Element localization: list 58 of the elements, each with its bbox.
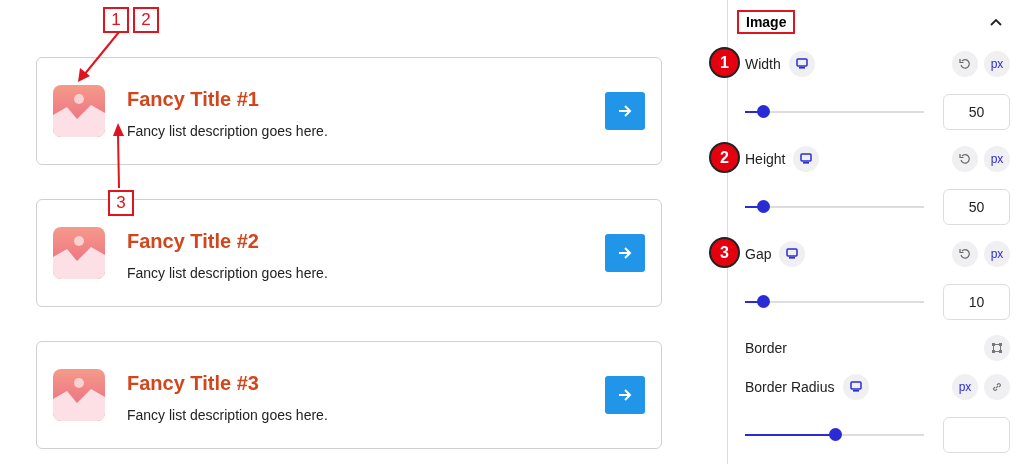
card-title: Fancy Title #2: [127, 229, 260, 253]
reset-icon: [959, 248, 971, 260]
arrow-button[interactable]: [605, 234, 645, 272]
image-placeholder-icon: [53, 85, 105, 137]
reset-button[interactable]: [952, 241, 978, 267]
slider-thumb[interactable]: [828, 427, 842, 441]
desktop-button[interactable]: [793, 146, 820, 172]
card-description: Fancy list description goes here.: [127, 406, 329, 423]
link-icon: [991, 381, 1003, 393]
reset-icon: [959, 58, 971, 70]
slider-thumb[interactable]: [756, 294, 770, 308]
arrow-right-icon: [618, 389, 632, 401]
number-badge: 3: [709, 237, 740, 268]
annotation-arrow: [112, 122, 126, 190]
arrow-right-icon: [618, 105, 632, 117]
control-label: Width: [745, 56, 781, 72]
callout-label: 3: [108, 190, 134, 216]
section-title: Image: [737, 10, 796, 34]
control-label: Border Radius: [745, 379, 835, 395]
arrow-button[interactable]: [605, 92, 645, 130]
reset-icon: [959, 153, 971, 165]
desktop-icon: [786, 248, 799, 260]
number-field[interactable]: [943, 416, 1010, 453]
border-edit-icon: [991, 342, 1003, 354]
number-badge: 2: [709, 142, 740, 173]
desktop-button[interactable]: [779, 241, 806, 267]
control-label: Gap: [745, 246, 772, 262]
desktop-button[interactable]: [788, 51, 815, 77]
desktop-button[interactable]: [842, 374, 869, 400]
number-field[interactable]: 50: [943, 93, 1010, 130]
image-placeholder-icon: [53, 227, 105, 279]
unit-button[interactable]: px: [952, 374, 978, 400]
number-field[interactable]: 10: [943, 283, 1010, 320]
slider-thumb[interactable]: [756, 199, 770, 213]
image-placeholder-icon: [53, 369, 105, 421]
arrow-button[interactable]: [605, 376, 645, 414]
control-label: Height: [745, 151, 786, 167]
border-edit-button[interactable]: [984, 335, 1010, 361]
number-field[interactable]: 50: [943, 188, 1010, 225]
desktop-icon: [795, 58, 808, 70]
chevron-up-icon[interactable]: [990, 18, 1002, 26]
unit-button[interactable]: px: [984, 51, 1010, 77]
number-badge: 1: [709, 47, 740, 78]
card-title: Fancy Title #1: [127, 87, 260, 111]
desktop-icon: [800, 153, 813, 165]
reset-button[interactable]: [952, 51, 978, 77]
control-label: Border: [745, 340, 788, 356]
unit-button[interactable]: px: [984, 146, 1010, 172]
slider-thumb[interactable]: [756, 104, 770, 118]
callout-label: 1: [103, 7, 129, 33]
unit-button[interactable]: px: [984, 241, 1010, 267]
desktop-icon: [849, 381, 862, 393]
reset-button[interactable]: [952, 146, 978, 172]
callout-label: 2: [133, 7, 159, 33]
arrow-right-icon: [618, 247, 632, 259]
card-description: Fancy list description goes here.: [127, 122, 329, 139]
card-title: Fancy Title #3: [127, 371, 260, 395]
card-description: Fancy list description goes here.: [127, 264, 329, 281]
